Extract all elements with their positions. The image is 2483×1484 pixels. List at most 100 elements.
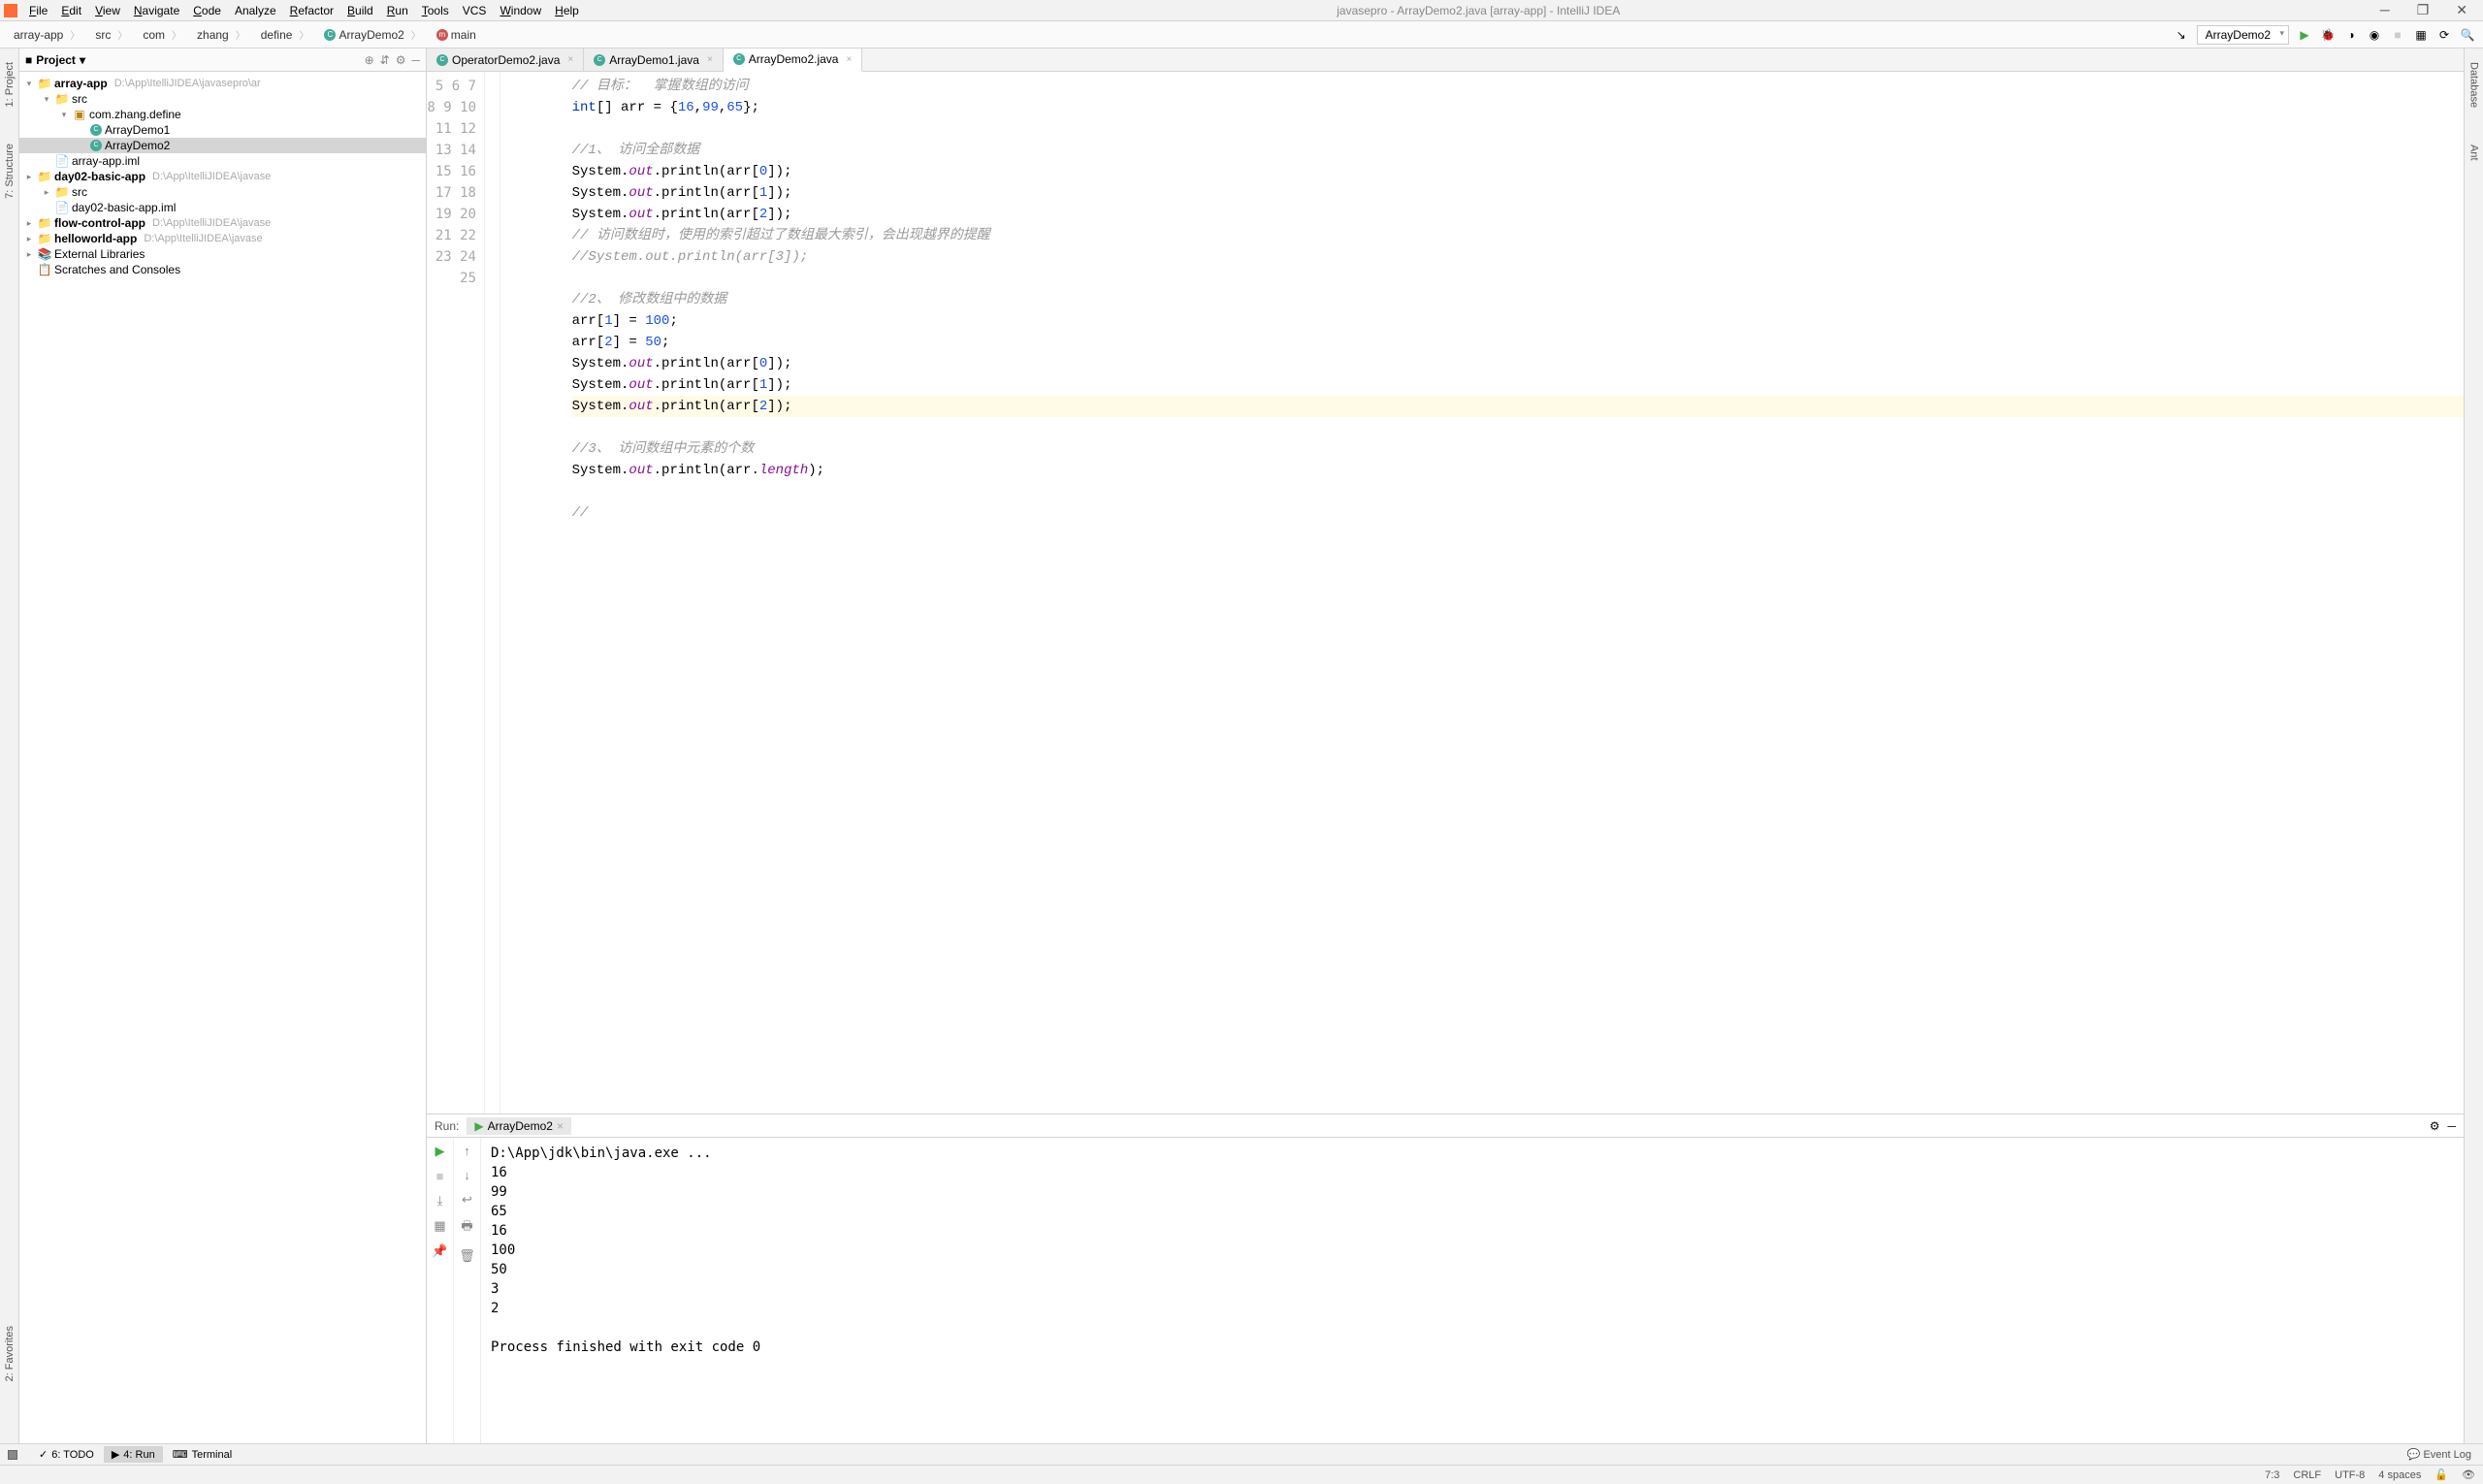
structure-toolwindow-tab[interactable]: 7: Structure [4, 140, 16, 203]
select-opened-file-icon[interactable]: ⊕ [365, 53, 374, 67]
down-button[interactable]: ↓ [464, 1168, 470, 1182]
console-output[interactable]: D:\App\jdk\bin\java.exe ... 16 99 65 16 … [481, 1138, 2464, 1443]
indent-info[interactable]: 4 spaces [2378, 1469, 2421, 1481]
tree-item-array-app-iml[interactable]: 📄array-app.iml [19, 153, 426, 169]
tree-item-arraydemo1[interactable]: CArrayDemo1 [19, 122, 426, 138]
expand-all-icon[interactable]: ⇵ [380, 53, 390, 67]
tree-item-day02-basic-app-iml[interactable]: 📄day02-basic-app.iml [19, 200, 426, 215]
project-panel-title: ■ Project ▾ [25, 53, 359, 67]
dump-button[interactable]: ⤓ [437, 1193, 443, 1209]
menu-edit[interactable]: Edit [55, 2, 87, 19]
run-hide-icon[interactable]: ─ [2447, 1119, 2456, 1133]
breadcrumbs: array-appsrccomzhangdefineCArrayDemo2 mma… [8, 25, 2174, 44]
tree-item-helloworld-app[interactable]: ▸📁helloworld-appD:\App\ItelliJIDEA\javas… [19, 231, 426, 246]
tree-item-src[interactable]: ▾📁src [19, 91, 426, 107]
tree-item-scratches-and-consoles[interactable]: 📋Scratches and Consoles [19, 262, 426, 277]
tree-item-arraydemo2[interactable]: CArrayDemo2 [19, 138, 426, 153]
update-icon[interactable]: ⟳ [2436, 27, 2452, 43]
bottom-tab----todo[interactable]: ✓ 6: TODO [31, 1446, 102, 1463]
run-configuration-selector[interactable]: ArrayDemo2 [2197, 25, 2289, 45]
fold-gutter[interactable] [485, 72, 500, 1113]
run-settings-icon[interactable]: ⚙ [2430, 1119, 2440, 1133]
readonly-lock-icon[interactable]: 🔓 [2435, 1468, 2448, 1481]
line-separator[interactable]: CRLF [2293, 1469, 2321, 1481]
bottom-tab----run[interactable]: ▶ 4: Run [104, 1446, 163, 1463]
favorites-toolwindow-tab[interactable]: 2: Favorites [4, 1322, 16, 1385]
stop-button[interactable]: ■ [2390, 27, 2405, 43]
menubar[interactable]: FileEditViewNavigateCodeAnalyzeRefactorB… [23, 2, 585, 19]
breadcrumb-src[interactable]: src [89, 25, 133, 44]
navigation-bar: array-appsrccomzhangdefineCArrayDemo2 mma… [0, 21, 2483, 48]
breadcrumb-arraydemo2[interactable]: CArrayDemo2 [318, 25, 426, 44]
window-title: javasepro - ArrayDemo2.java [array-app] … [585, 4, 2372, 17]
structure-icon[interactable]: ▦ [2413, 27, 2429, 43]
caret-position[interactable]: 7:3 [2265, 1469, 2279, 1481]
close-button[interactable]: ✕ [2448, 2, 2475, 18]
wrap-button[interactable]: ↩ [462, 1192, 472, 1208]
profile-button[interactable]: ◉ [2367, 27, 2382, 43]
menu-run[interactable]: Run [381, 2, 414, 19]
clear-button[interactable]: 🗑 [459, 1248, 475, 1264]
menu-window[interactable]: Window [494, 2, 547, 19]
run-button[interactable]: ▶ [2297, 27, 2312, 43]
up-button[interactable]: ↑ [464, 1144, 470, 1158]
settings-icon[interactable]: ⚙ [396, 53, 406, 67]
project-panel: ■ Project ▾ ⊕ ⇵ ⚙ ─ ▾📁array-appD:\App\It… [19, 48, 427, 1443]
menu-navigate[interactable]: Navigate [128, 2, 185, 19]
editor-tab-operatordemo2-java[interactable]: COperatorDemo2.java× [427, 48, 584, 71]
app-icon [4, 4, 17, 17]
search-icon[interactable]: 🔍 [2460, 27, 2475, 43]
menu-refactor[interactable]: Refactor [284, 2, 339, 19]
menu-file[interactable]: File [23, 2, 53, 19]
menu-vcs[interactable]: VCS [457, 2, 493, 19]
menu-help[interactable]: Help [549, 2, 585, 19]
ant-toolwindow-tab[interactable]: Ant [2468, 141, 2480, 165]
line-number-gutter: 5 6 7 8 9 10 11 12 13 14 15 16 17 18 19 … [427, 72, 485, 1113]
rerun-button[interactable]: ▶ [435, 1144, 445, 1159]
left-toolwindow-bar: 1: Project 7: Structure 2: Favorites [0, 48, 19, 1443]
minimize-button[interactable]: ─ [2372, 2, 2398, 18]
reload-icon[interactable]: ↘ [2174, 27, 2189, 43]
status-bar: 7:3 CRLF UTF-8 4 spaces 🔓 👁 [0, 1465, 2483, 1484]
layout-button[interactable]: ▦ [434, 1218, 445, 1234]
menu-analyze[interactable]: Analyze [229, 2, 282, 19]
database-toolwindow-tab[interactable]: Database [2468, 58, 2480, 112]
breadcrumb-main[interactable]: mmain [431, 26, 482, 44]
breadcrumb-zhang[interactable]: zhang [191, 25, 251, 44]
editor-tabs: COperatorDemo2.java×CArrayDemo1.java×CAr… [427, 48, 2464, 72]
menu-code[interactable]: Code [187, 2, 227, 19]
breadcrumb-define[interactable]: define [255, 25, 315, 44]
run-tab[interactable]: ▶ArrayDemo2 × [467, 1117, 571, 1135]
inspection-icon[interactable]: 👁 [2462, 1468, 2475, 1481]
toolwindows-quickaccess-icon[interactable] [8, 1450, 17, 1460]
tree-item-com-zhang-define[interactable]: ▾▣com.zhang.define [19, 107, 426, 122]
right-toolwindow-bar: Database Ant [2464, 48, 2483, 1443]
tree-item-day02-basic-app[interactable]: ▸📁day02-basic-appD:\App\ItelliJIDEA\java… [19, 169, 426, 184]
editor-tab-arraydemo2-java[interactable]: CArrayDemo2.java× [724, 48, 863, 72]
tree-item-src[interactable]: ▸📁src [19, 184, 426, 200]
menu-tools[interactable]: Tools [416, 2, 455, 19]
editor-tab-arraydemo1-java[interactable]: CArrayDemo1.java× [584, 48, 724, 71]
stop-run-button[interactable]: ■ [436, 1169, 444, 1183]
project-tree[interactable]: ▾📁array-appD:\App\ItelliJIDEA\javasepro\… [19, 72, 426, 1443]
project-toolwindow-tab[interactable]: 1: Project [4, 58, 16, 111]
tree-item-flow-control-app[interactable]: ▸📁flow-control-appD:\App\ItelliJIDEA\jav… [19, 215, 426, 231]
menu-build[interactable]: Build [341, 2, 379, 19]
titlebar: FileEditViewNavigateCodeAnalyzeRefactorB… [0, 0, 2483, 21]
coverage-button[interactable]: ◑ [2343, 27, 2359, 43]
run-panel: Run: ▶ArrayDemo2 × ⚙ ─ ▶ ■ ⤓ ▦ 📌 ↑ [427, 1113, 2464, 1443]
file-encoding[interactable]: UTF-8 [2335, 1469, 2365, 1481]
hide-panel-icon[interactable]: ─ [411, 53, 420, 67]
breadcrumb-com[interactable]: com [137, 25, 187, 44]
menu-view[interactable]: View [89, 2, 126, 19]
event-log-button[interactable]: 💬 Event Log [2403, 1448, 2475, 1461]
code-editor[interactable]: // 目标： 掌握数组的访问 int[] arr = {16,99,65}; /… [500, 72, 2464, 1113]
pin-button[interactable]: 📌 [432, 1243, 447, 1259]
bottom-tab-terminal[interactable]: ⌨ Terminal [165, 1446, 240, 1463]
print-button[interactable]: 🖶 [461, 1217, 472, 1239]
tree-item-array-app[interactable]: ▾📁array-appD:\App\ItelliJIDEA\javasepro\… [19, 76, 426, 91]
maximize-button[interactable]: ❐ [2409, 2, 2437, 18]
debug-button[interactable]: 🐞 [2320, 27, 2336, 43]
breadcrumb-array-app[interactable]: array-app [8, 25, 85, 44]
tree-item-external-libraries[interactable]: ▸📚External Libraries [19, 246, 426, 262]
